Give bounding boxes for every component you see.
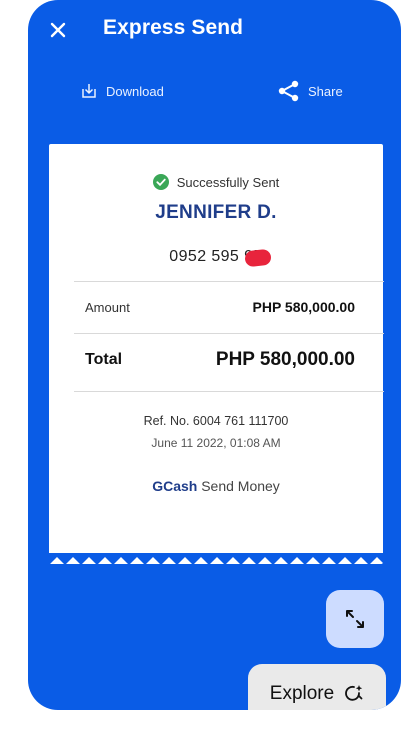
recipient-number: 0952 595 95: [169, 248, 263, 265]
explore-label: Explore: [269, 683, 335, 704]
receipt-card: Successfully Sent JENNIFER D. 0952 595 9…: [49, 144, 384, 565]
amount-row: Amount PHP 580,000.00: [85, 299, 355, 315]
amount-value: PHP 580,000.00: [252, 299, 356, 315]
reference-number: Ref. No. 6004 761 111700: [143, 414, 289, 428]
action-bar: Download Share: [28, 78, 401, 108]
download-button[interactable]: Download: [80, 82, 164, 100]
download-icon: [82, 84, 96, 98]
download-label: Download: [106, 83, 164, 99]
receipt-torn-edge: [49, 553, 383, 565]
divider: [74, 281, 384, 282]
explore-sparkle-icon: [345, 685, 363, 701]
recipient-name: JENNIFER D.: [155, 202, 277, 223]
transaction-date: June 11 2022, 01:08 AM: [151, 436, 281, 450]
app-screen: Express Send Download Share Successfully…: [28, 0, 401, 710]
brand-name: GCash: [152, 478, 198, 494]
expand-icon: [346, 610, 364, 628]
close-icon[interactable]: [48, 20, 68, 40]
status-line: Successfully Sent: [49, 174, 383, 190]
total-row: Total PHP 580,000.00: [85, 349, 355, 371]
amount-label: Amount: [85, 299, 130, 315]
share-label: Share: [308, 83, 343, 99]
divider: [74, 391, 384, 392]
total-label: Total: [85, 351, 123, 368]
share-icon: [278, 80, 299, 102]
divider: [74, 333, 384, 334]
expand-button[interactable]: [326, 590, 384, 648]
check-circle-icon: [152, 174, 169, 190]
explore-button[interactable]: Explore: [248, 664, 386, 710]
page-title: Express Send: [103, 16, 244, 39]
brand-line: GCash Send Money: [49, 478, 383, 494]
status-text: Successfully Sent: [176, 174, 280, 190]
total-value: PHP 580,000.00: [215, 349, 355, 370]
brand-service: Send Money: [201, 478, 280, 494]
top-bar: Express Send: [28, 0, 401, 60]
share-button[interactable]: Share: [278, 80, 343, 102]
